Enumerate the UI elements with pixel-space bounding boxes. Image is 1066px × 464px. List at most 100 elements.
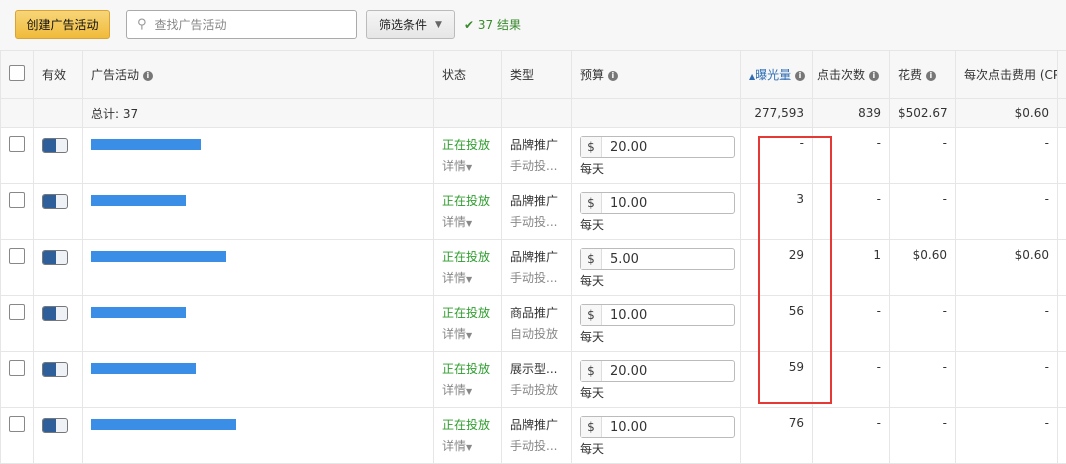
col-clicks[interactable]: 点击次数 i	[813, 51, 890, 99]
filter-dropdown[interactable]: 筛选条件▼	[366, 10, 455, 39]
clicks-cell: -	[813, 128, 890, 184]
campaign-name-cell	[83, 240, 434, 296]
select-all[interactable]	[1, 51, 34, 99]
details-toggle[interactable]: 详情▼	[442, 157, 493, 174]
cpc-cell: -	[956, 408, 1058, 464]
search-input[interactable]: ⚲查找广告活动	[126, 10, 357, 39]
spend-cell: -	[890, 352, 956, 408]
type-cell: 品牌推广手动投...	[502, 128, 572, 184]
details-toggle[interactable]: 详情▼	[442, 269, 493, 286]
status-cell: 正在投放详情▼	[434, 240, 502, 296]
cpc-cell: -	[956, 184, 1058, 240]
row-checkbox[interactable]	[9, 416, 25, 432]
details-toggle[interactable]: 详情▼	[442, 213, 493, 230]
details-toggle[interactable]: 详情▼	[442, 381, 493, 398]
caret-down-icon: ▼	[466, 387, 472, 396]
caret-down-icon: ▼	[466, 443, 472, 452]
active-toggle[interactable]	[42, 250, 68, 265]
active-toggle[interactable]	[42, 306, 68, 321]
campaign-name-cell	[83, 408, 434, 464]
campaign-name-cell	[83, 352, 434, 408]
table-row: 正在投放详情▼ 品牌推广手动投... $10.00每天 76 - - -	[1, 408, 1066, 464]
details-toggle[interactable]: 详情▼	[442, 325, 493, 342]
col-budget[interactable]: 预算 i	[572, 51, 741, 99]
col-extra	[1058, 51, 1066, 99]
table-row: 正在投放详情▼ 品牌推广手动投... $5.00每天 29 1 $0.60 $0…	[1, 240, 1066, 296]
row-checkbox[interactable]	[9, 192, 25, 208]
budget-input[interactable]: $20.00	[580, 360, 735, 382]
active-cell	[34, 352, 83, 408]
type-cell: 品牌推广手动投...	[502, 408, 572, 464]
active-toggle[interactable]	[42, 138, 68, 153]
campaign-table: 有效 广告活动 i 状态 类型 预算 i ▲曝光量 i 点击次数 i 花费 i …	[0, 50, 1066, 464]
col-spend-label: 花费	[898, 68, 922, 82]
row-checkbox[interactable]	[9, 248, 25, 264]
campaign-name-link-redacted[interactable]	[91, 195, 186, 206]
budget-value: 10.00	[602, 305, 647, 325]
cpc-cell: -	[956, 352, 1058, 408]
row-checkbox[interactable]	[9, 136, 25, 152]
active-toggle[interactable]	[42, 418, 68, 433]
budget-value: 20.00	[602, 361, 647, 381]
status-text: 正在投放	[442, 248, 493, 265]
col-campaign[interactable]: 广告活动 i	[83, 51, 434, 99]
budget-input[interactable]: $5.00	[580, 248, 735, 270]
campaign-name-link-redacted[interactable]	[91, 363, 196, 374]
budget-cell: $20.00每天	[572, 352, 741, 408]
budget-cell: $5.00每天	[572, 240, 741, 296]
type-text: 展示型...	[510, 360, 563, 377]
campaign-name-link-redacted[interactable]	[91, 419, 236, 430]
active-toggle[interactable]	[42, 194, 68, 209]
clicks-cell: -	[813, 408, 890, 464]
campaign-name-link-redacted[interactable]	[91, 307, 186, 318]
col-cpc[interactable]: 每次点击费用 (CPC)	[956, 51, 1058, 99]
totals-impressions: 277,593	[741, 99, 813, 128]
details-toggle[interactable]: 详情▼	[442, 437, 493, 454]
status-text: 正在投放	[442, 360, 493, 377]
budget-input[interactable]: $10.00	[580, 192, 735, 214]
result-count: ✔ 37 结果	[464, 16, 521, 33]
details-label: 详情	[442, 439, 466, 453]
row-checkbox[interactable]	[9, 360, 25, 376]
type-text: 品牌推广	[510, 416, 563, 433]
type-cell: 展示型...手动投放	[502, 352, 572, 408]
budget-cell: $10.00每天	[572, 184, 741, 240]
check-icon: ✔	[464, 18, 474, 32]
row-select[interactable]	[1, 296, 34, 352]
create-campaign-button[interactable]: 创建广告活动	[15, 10, 110, 39]
toolbar: 创建广告活动 ⚲查找广告活动 筛选条件▼ ✔ 37 结果	[0, 0, 1066, 50]
status-cell: 正在投放详情▼	[434, 408, 502, 464]
budget-period: 每天	[580, 160, 732, 177]
type-cell: 品牌推广手动投...	[502, 240, 572, 296]
campaign-name-link-redacted[interactable]	[91, 139, 201, 150]
budget-input[interactable]: $10.00	[580, 416, 735, 438]
totals-spend: $502.67	[890, 99, 956, 128]
campaign-name-link-redacted[interactable]	[91, 251, 226, 262]
table-row: 正在投放详情▼ 品牌推广手动投... $10.00每天 3 - - -	[1, 184, 1066, 240]
clicks-cell: -	[813, 296, 890, 352]
row-select[interactable]	[1, 240, 34, 296]
campaign-name-cell	[83, 184, 434, 240]
status-text: 正在投放	[442, 304, 493, 321]
col-type[interactable]: 类型	[502, 51, 572, 99]
budget-input[interactable]: $10.00	[580, 304, 735, 326]
targeting-text: 手动投...	[510, 437, 563, 454]
col-spend[interactable]: 花费 i	[890, 51, 956, 99]
type-cell: 品牌推广手动投...	[502, 184, 572, 240]
row-select[interactable]	[1, 352, 34, 408]
budget-input[interactable]: $20.00	[580, 136, 735, 158]
impressions-cell: 3	[741, 184, 813, 240]
row-select[interactable]	[1, 408, 34, 464]
col-impressions[interactable]: ▲曝光量 i	[741, 51, 813, 99]
col-status[interactable]: 状态	[434, 51, 502, 99]
info-icon: i	[926, 71, 936, 81]
budget-value: 10.00	[602, 193, 647, 213]
active-toggle[interactable]	[42, 362, 68, 377]
row-select[interactable]	[1, 184, 34, 240]
budget-cell: $10.00每天	[572, 408, 741, 464]
budget-value: 5.00	[602, 249, 639, 269]
select-all-checkbox[interactable]	[9, 65, 25, 81]
currency-symbol: $	[581, 361, 602, 381]
row-select[interactable]	[1, 128, 34, 184]
row-checkbox[interactable]	[9, 304, 25, 320]
